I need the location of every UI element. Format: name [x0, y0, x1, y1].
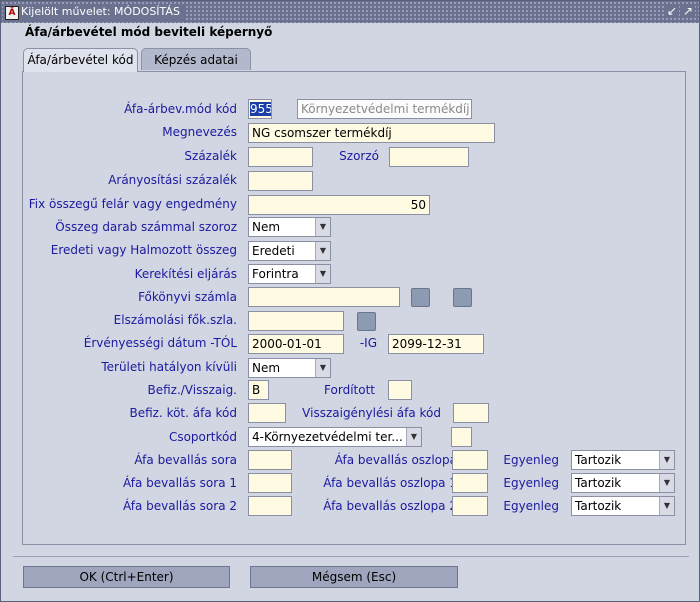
teruleti-select[interactable]: Nem ▼ — [248, 358, 331, 378]
chevron-down-icon[interactable]: ▼ — [659, 497, 674, 515]
csoportkod-value: 4-Környezetvédelmi ter... — [252, 430, 403, 444]
tab-kepzes-adatai[interactable]: Képzés adatai — [141, 48, 251, 70]
bevallas-sora-1-label: Áfa bevallás sora 1 — [122, 476, 237, 490]
chevron-down-icon[interactable]: ▼ — [315, 265, 330, 283]
chevron-down-icon[interactable]: ▼ — [315, 359, 330, 377]
csoportkod-label: Csoportkód — [168, 430, 237, 444]
egyenleg-2-select[interactable]: Tartozik ▼ — [571, 496, 675, 516]
osszeg-darab-select[interactable]: Nem ▼ — [248, 217, 331, 237]
szazalek-input[interactable] — [248, 147, 313, 167]
afa-kod-input[interactable]: 955 — [248, 99, 272, 119]
eredeti-halmozott-label: Eredeti vagy Halmozott összeg — [50, 243, 237, 257]
lookup-button-icon[interactable] — [453, 288, 472, 307]
szorzo-label: Szorzó — [339, 149, 379, 163]
window-title: Ä Kijelölt művelet: MÓDOSÍTÁS — [3, 4, 184, 20]
megnevezes-label: Megnevezés — [162, 125, 237, 139]
fokonyvi-input[interactable] — [248, 287, 400, 307]
form-heading: Áfa/árbevétel mód beviteli képernyő — [25, 25, 273, 39]
osszeg-darab-label: Összeg darab számmal szoroz — [55, 220, 237, 234]
egyenleg-1-select[interactable]: Tartozik ▼ — [571, 473, 675, 493]
fix-osszegu-input[interactable]: 50 — [248, 195, 430, 215]
forditott-input[interactable] — [388, 380, 412, 400]
befiz-kot-input[interactable] — [248, 403, 286, 423]
egyenleg-select[interactable]: Tartozik ▼ — [571, 450, 675, 470]
bevallas-oszlopa-label: Áfa bevallás oszlopa — [334, 453, 457, 467]
teruleti-label: Területi hatályon kívüli — [101, 360, 237, 374]
chevron-down-icon[interactable]: ▼ — [659, 474, 674, 492]
ok-button[interactable]: OK (Ctrl+Enter) — [23, 566, 230, 588]
eredeti-halmozott-value: Eredeti — [252, 244, 295, 258]
csoportkod-select[interactable]: 4-Környezetvédelmi ter... ▼ — [248, 427, 422, 447]
app-icon: Ä — [5, 6, 19, 20]
lookup-button-icon[interactable] — [411, 288, 430, 307]
afa-kod-value: 955 — [250, 102, 272, 116]
visszaigenylesi-input[interactable] — [453, 403, 489, 423]
bevallas-oszlopa-2-input[interactable] — [452, 496, 488, 516]
befiz-visszaig-input[interactable]: B — [248, 380, 269, 400]
kerekitesi-label: Kerekítési eljárás — [134, 267, 237, 281]
osszeg-darab-value: Nem — [252, 220, 281, 234]
bevallas-oszlopa-2-label: Áfa bevallás oszlopa 2 — [323, 499, 457, 513]
aranyositasi-input[interactable] — [248, 171, 313, 191]
befiz-visszaig-label: Befiz./Visszaig. — [147, 383, 237, 397]
afa-kod-description: Környezetvédelmi termékdíj — [297, 99, 472, 119]
aranyositasi-label: Arányosítási százalék — [108, 173, 237, 187]
ervenyesseg-tol-input[interactable]: 2000-01-01 — [248, 334, 344, 354]
bevallas-sora-2-label: Áfa bevallás sora 2 — [122, 499, 237, 513]
cancel-button[interactable]: Mégsem (Esc) — [250, 566, 458, 588]
kerekitesi-value: Forintra — [252, 267, 299, 281]
egyenleg-value: Tartozik — [575, 453, 622, 467]
chevron-down-icon[interactable]: ▼ — [315, 218, 330, 236]
tab-afa-arbevetel-kod[interactable]: Áfa/árbevétel kód — [23, 48, 138, 72]
bevallas-oszlopa-1-label: Áfa bevallás oszlopa 1 — [323, 476, 457, 490]
ervenyesseg-ig-input[interactable]: 2099-12-31 — [388, 334, 484, 354]
bevallas-sora-label: Áfa bevallás sora — [134, 453, 237, 467]
bevallas-sora-1-input[interactable] — [248, 473, 292, 493]
chevron-down-icon[interactable]: ▼ — [315, 242, 330, 260]
window-title-text: Kijelölt művelet: MÓDOSÍTÁS — [21, 5, 180, 18]
egyenleg-label: Egyenleg — [503, 453, 559, 467]
visszaigenylesi-label: Visszaigénylési áfa kód — [302, 406, 441, 420]
bevallas-sora-input[interactable] — [248, 450, 292, 470]
afa-kod-label: Áfa-árbev.mód kód — [124, 102, 237, 116]
befiz-kot-label: Befiz. köt. áfa kód — [129, 406, 237, 420]
csoportkod-extra-input[interactable] — [451, 427, 472, 447]
egyenleg-1-value: Tartozik — [575, 476, 622, 490]
elszamolasi-label: Elszámolási fők.szla. — [113, 313, 237, 327]
egyenleg-2-label: Egyenleg — [503, 499, 559, 513]
title-bar[interactable]: Ä Kijelölt művelet: MÓDOSÍTÁS ↙ ↗ — [1, 1, 699, 23]
chevron-down-icon[interactable]: ▼ — [406, 428, 421, 446]
teruleti-value: Nem — [252, 361, 281, 375]
szazalek-label: Százalék — [184, 149, 237, 163]
megnevezes-input[interactable]: NG csomszer termékdíj — [248, 123, 495, 143]
bevallas-oszlopa-input[interactable] — [452, 450, 488, 470]
minimize-icon[interactable]: ↙ — [665, 4, 679, 18]
egyenleg-2-value: Tartozik — [575, 499, 622, 513]
maximize-icon[interactable]: ↗ — [681, 4, 695, 18]
szorzo-input[interactable] — [389, 147, 469, 167]
fokonyvi-label: Főkönyvi számla — [138, 290, 237, 304]
dialog-window: Ä Kijelölt művelet: MÓDOSÍTÁS ↙ ↗ Áfa/ár… — [0, 0, 700, 602]
ervenyessegi-label: Érvényességi dátum -TÓL — [83, 336, 237, 350]
lookup-button-icon[interactable] — [357, 312, 376, 331]
chevron-down-icon[interactable]: ▼ — [659, 451, 674, 469]
divider — [13, 556, 689, 557]
elszamolasi-input[interactable] — [248, 311, 344, 331]
ervenyesseg-ig-label: -IG — [359, 336, 377, 350]
kerekitesi-select[interactable]: Forintra ▼ — [248, 264, 331, 284]
eredeti-halmozott-select[interactable]: Eredeti ▼ — [248, 241, 331, 261]
bevallas-oszlopa-1-input[interactable] — [452, 473, 488, 493]
egyenleg-1-label: Egyenleg — [503, 476, 559, 490]
fix-osszegu-label: Fix összegű felár vagy engedmény — [28, 197, 237, 211]
forditott-label: Fordított — [324, 383, 375, 397]
bevallas-sora-2-input[interactable] — [248, 496, 292, 516]
